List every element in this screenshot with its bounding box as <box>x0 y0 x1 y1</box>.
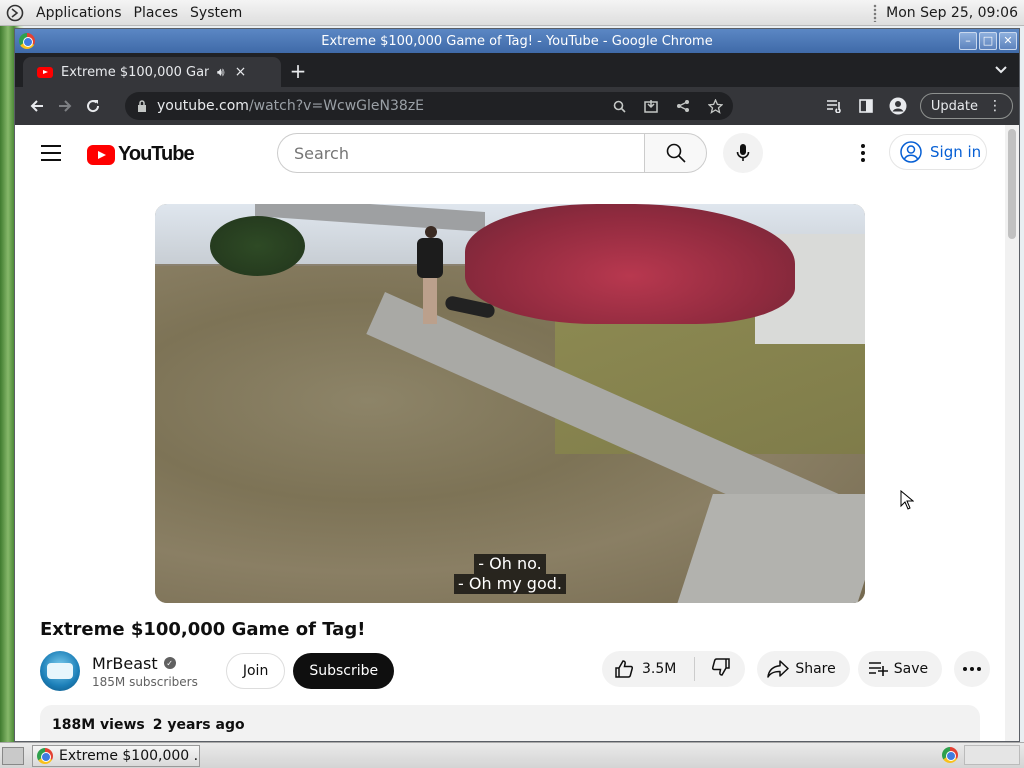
browser-toolbar: youtube.com/watch?v=WcwGleN38zE Update ⋮ <box>15 87 1019 125</box>
youtube-header: YouTube Search Sign in <box>15 125 1019 181</box>
thumbs-down-icon <box>712 658 731 676</box>
youtube-play-icon <box>87 144 115 165</box>
subscribe-button[interactable]: Subscribe <box>293 653 395 689</box>
search-icon <box>666 143 686 163</box>
microphone-icon <box>736 144 750 161</box>
video-player[interactable]: - Oh no. - Oh my god. <box>155 204 865 603</box>
video-title: Extreme $100,000 Game of Tag! <box>40 619 366 640</box>
web-page: YouTube Search Sign in - Oh no. - Oh my … <box>15 125 1019 741</box>
channel-name[interactable]: MrBeast <box>92 654 158 673</box>
address-bar[interactable]: youtube.com/watch?v=WcwGleN38zE <box>125 92 733 120</box>
video-owner: MrBeast ✓ 185M subscribers Join Subscrib… <box>40 651 395 691</box>
side-panel-icon[interactable] <box>852 92 880 120</box>
join-button[interactable]: Join <box>225 653 286 689</box>
runner-figure <box>417 226 443 344</box>
view-count: 188M views <box>52 717 145 733</box>
distro-logo-icon[interactable] <box>4 2 26 24</box>
save-button[interactable]: Save <box>857 651 943 687</box>
youtube-logo[interactable]: YouTube <box>87 143 195 166</box>
page-scrollbar[interactable] <box>1005 125 1019 741</box>
caption-line: - Oh my god. <box>453 574 566 594</box>
tray-chrome-icon[interactable] <box>942 747 958 763</box>
show-desktop-button[interactable] <box>2 746 24 765</box>
voice-search-button[interactable] <box>723 133 763 173</box>
youtube-favicon-icon <box>37 66 53 78</box>
upload-age: 2 years ago <box>152 717 245 733</box>
clock[interactable]: Mon Sep 25, 09:06 <box>886 5 1018 21</box>
more-horizontal-icon <box>963 667 982 671</box>
bookmark-star-icon[interactable] <box>703 94 727 118</box>
new-tab-button[interactable]: + <box>287 61 309 83</box>
search-button[interactable] <box>644 133 707 173</box>
like-count: 3.5M <box>642 661 677 677</box>
caption-line: - Oh no. <box>474 554 546 574</box>
menu-system[interactable]: System <box>188 5 244 21</box>
sign-in-button[interactable]: Sign in <box>889 134 987 170</box>
video-captions: - Oh no. - Oh my god. <box>155 554 865 594</box>
share-icon[interactable] <box>671 94 695 118</box>
top-panel: Applications Places System Mon Sep 25, 0… <box>0 0 1024 26</box>
minimize-button[interactable]: – <box>959 32 977 50</box>
mouse-cursor-icon <box>900 490 914 510</box>
video-actions: 3.5M Share Save <box>602 651 991 687</box>
forward-button[interactable] <box>51 92 79 120</box>
update-button[interactable]: Update ⋮ <box>919 93 1013 119</box>
subscriber-count: 185M subscribers <box>92 674 198 689</box>
thumbs-up-icon <box>615 660 634 678</box>
chrome-menu-icon: ⋮ <box>988 98 1002 114</box>
chrome-icon <box>37 747 53 764</box>
tab-close-icon[interactable]: × <box>235 64 247 80</box>
tab-title: Extreme $100,000 Game of Tag! <box>61 64 209 80</box>
audio-playing-icon[interactable]: 🔊︎ <box>217 65 225 80</box>
description-box[interactable]: 188M views 2 years ago <box>40 705 980 741</box>
channel-avatar[interactable] <box>40 651 80 691</box>
close-window-button[interactable]: ✕ <box>999 32 1017 50</box>
url-text: youtube.com/watch?v=WcwGleN38zE <box>157 98 425 114</box>
guide-menu-icon[interactable] <box>41 145 61 161</box>
chrome-window: Extreme $100,000 Game of Tag! - YouTube … <box>14 28 1020 742</box>
like-dislike-group: 3.5M <box>602 651 746 687</box>
profile-icon[interactable] <box>884 92 912 120</box>
install-app-icon[interactable] <box>639 94 663 118</box>
search-page-icon[interactable] <box>607 94 631 118</box>
search-input[interactable]: Search <box>277 133 645 173</box>
scrollbar-thumb[interactable] <box>1008 129 1016 239</box>
menu-applications[interactable]: Applications <box>34 5 124 21</box>
media-control-icon[interactable] <box>820 92 848 120</box>
back-button[interactable] <box>23 92 51 120</box>
reload-button[interactable] <box>79 92 107 120</box>
menu-places[interactable]: Places <box>132 5 181 21</box>
account-icon <box>900 141 922 163</box>
tab-search-icon[interactable] <box>995 63 1007 77</box>
share-button[interactable]: Share <box>757 651 850 687</box>
playlist-add-icon <box>868 662 888 676</box>
panel-handle <box>872 3 879 22</box>
tab-strip: Extreme $100,000 Game of Tag! 🔊︎ × + <box>15 53 1019 87</box>
verified-check-icon: ✓ <box>163 657 176 669</box>
bottom-taskbar: Extreme $100,000 ... <box>0 742 1024 768</box>
window-titlebar[interactable]: Extreme $100,000 Game of Tag! - YouTube … <box>15 29 1019 53</box>
taskbar-chrome-window[interactable]: Extreme $100,000 ... <box>32 744 200 767</box>
maximize-button[interactable]: □ <box>979 32 997 50</box>
workspace-switcher[interactable] <box>964 745 1020 765</box>
settings-more-icon[interactable] <box>853 143 873 163</box>
window-title: Extreme $100,000 Game of Tag! - YouTube … <box>321 33 713 49</box>
like-button[interactable]: 3.5M <box>602 657 707 681</box>
tab-active[interactable]: Extreme $100,000 Game of Tag! 🔊︎ × <box>23 57 281 87</box>
share-arrow-icon <box>767 660 790 678</box>
more-actions-button[interactable] <box>954 651 991 687</box>
system-tray <box>942 745 1020 765</box>
lock-icon[interactable] <box>137 100 147 112</box>
dislike-button[interactable] <box>707 657 745 681</box>
